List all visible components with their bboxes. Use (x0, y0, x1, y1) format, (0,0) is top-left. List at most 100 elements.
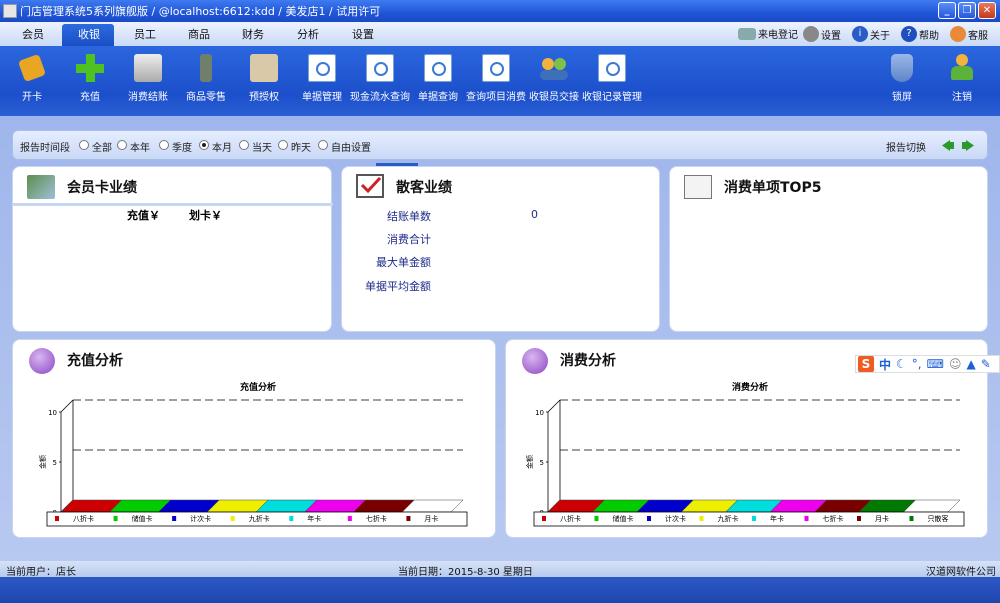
workspace: 报告时间段 全部 本年 季度 本月 当天 昨天 自由设置 报告切换 会员卡业绩 … (0, 116, 1000, 561)
preauth-label: 预授权 (249, 92, 279, 103)
maximize-button[interactable]: ❐ (958, 2, 976, 19)
window-title: 门店管理系统5系列旗舰版 / @localhost:6612:kdd / 美发店… (20, 5, 381, 18)
guest-panel: 散客业绩 结账单数 0 消费合计 最大单金额 单据平均金额 (341, 163, 660, 332)
punctuation-icon[interactable]: °, (912, 357, 922, 371)
help-icon: ? (901, 26, 917, 42)
menu-settings[interactable]: 设置 (352, 26, 374, 42)
open-card-button[interactable]: 开卡 (2, 53, 62, 103)
radio-custom[interactable] (318, 140, 328, 150)
guest-row-label: 消费合计 (387, 233, 431, 246)
radio-quarter[interactable] (159, 140, 169, 150)
bill-query-button[interactable]: 单据查询 (408, 54, 468, 103)
menu-analysis[interactable]: 分析 (297, 26, 319, 42)
time-filter-label: 报告时间段 (20, 143, 70, 154)
legend-label: 九折卡 (718, 514, 739, 523)
mobile-icon (200, 54, 212, 82)
users-icon (540, 54, 568, 82)
cash-record-button[interactable]: 收银记录管理 (582, 54, 642, 103)
legend-swatch (55, 516, 59, 521)
cashier-handover-label: 收银员交接 (529, 92, 579, 103)
info-icon: i (852, 26, 868, 42)
support-item[interactable]: 客服 (950, 26, 988, 42)
legend-swatch (542, 516, 546, 521)
shield-icon (891, 54, 913, 82)
menu-bar: 会员 收银 员工 商品 财务 分析 设置 来电登记 设置 i 关于 ? 帮助 客… (0, 22, 1000, 46)
menu-staff[interactable]: 员工 (134, 26, 156, 42)
panel-accent-line (376, 163, 418, 166)
legend-swatch (804, 516, 809, 521)
tag-icon (17, 53, 47, 83)
settings-label: 设置 (821, 30, 841, 42)
checkout-button[interactable]: 消费结账 (118, 54, 178, 103)
legend-swatch (909, 516, 914, 521)
recharge-button[interactable]: 充值 (60, 54, 120, 103)
menu-finance[interactable]: 财务 (242, 26, 264, 42)
radio-quarter-label: 季度 (172, 143, 192, 154)
legend-swatch (752, 516, 756, 521)
lock-screen-button[interactable]: 锁屏 (872, 54, 932, 103)
ime-language[interactable]: 中 (879, 356, 891, 373)
moon-icon[interactable]: ☾ (896, 357, 907, 371)
document-search-icon (598, 54, 626, 82)
cashier-handover-button[interactable]: 收银员交接 (524, 54, 584, 103)
member-panel-title: 会员卡业绩 (67, 180, 137, 196)
cash-record-label: 收银记录管理 (582, 92, 642, 103)
retail-button[interactable]: 商品零售 (176, 54, 236, 103)
prev-report-icon[interactable] (941, 140, 955, 151)
help-item[interactable]: ? 帮助 (901, 26, 939, 42)
legend-swatch (113, 516, 118, 521)
document-search-icon (482, 54, 510, 82)
window-controls: _ ❐ ✕ (938, 2, 996, 19)
radio-all[interactable] (79, 140, 89, 150)
top5-panel: 消费单项TOP5 (669, 166, 988, 332)
keyboard-icon[interactable]: ⌨ (927, 357, 944, 371)
wrench-icon[interactable]: ✎ (981, 357, 991, 371)
settings-item[interactable]: 设置 (803, 26, 841, 42)
close-button[interactable]: ✕ (978, 2, 996, 19)
minimize-button[interactable]: _ (938, 2, 956, 19)
legend-swatch (230, 516, 235, 521)
ime-toolbar[interactable]: S 中 ☾ °, ⌨ ☺ ▲ ✎ (855, 355, 1000, 373)
about-label: 关于 (870, 30, 890, 42)
guest-panel-title: 散客业绩 (396, 180, 452, 196)
music-note-icon (29, 348, 55, 374)
call-register-label: 来电登记 (758, 30, 798, 41)
radio-year[interactable] (117, 140, 127, 150)
legend-label: 储值卡 (132, 514, 153, 523)
about-item[interactable]: i 关于 (852, 26, 890, 42)
preauth-button[interactable]: 预授权 (234, 54, 294, 103)
current-date: 当前日期：2015-8-30 星期日 (398, 567, 533, 578)
legend-label: 七折卡 (366, 514, 387, 523)
radio-today-label: 当天 (252, 143, 272, 154)
guest-row-value: 0 (531, 208, 538, 221)
user-icon (948, 54, 976, 82)
swipe-column-header: 划卡￥ (189, 209, 222, 222)
item-consume-button[interactable]: 查询项目消费 (466, 54, 526, 103)
toolbar: 开卡 充值 消费结账 商品零售 预授权 单据管理 现金流水查询 单据查询 查询项… (0, 46, 1000, 116)
radio-today[interactable] (239, 140, 249, 150)
next-report-icon[interactable] (961, 140, 975, 151)
menu-cashier[interactable]: 收银 (78, 26, 100, 42)
cash-flow-label: 现金流水查询 (350, 92, 410, 103)
skin-icon[interactable]: ▲ (966, 357, 975, 371)
legend-label: 年卡 (770, 514, 784, 523)
menu-goods[interactable]: 商品 (188, 26, 210, 42)
legend-label: 八折卡 (560, 514, 581, 523)
legend-swatch (347, 516, 352, 521)
recharge-panel-title: 充值分析 (67, 353, 123, 369)
call-register-item[interactable]: 来电登记 (738, 26, 798, 41)
logout-button[interactable]: 注销 (932, 54, 992, 103)
music-note-icon (522, 348, 548, 374)
radio-month[interactable] (199, 140, 209, 150)
printer-icon (134, 54, 162, 82)
member-card-panel: 会员卡业绩 充值￥ 划卡￥ (12, 166, 333, 332)
open-card-label: 开卡 (22, 92, 42, 103)
guest-row-label: 最大单金额 (376, 256, 431, 269)
cash-flow-button[interactable]: 现金流水查询 (350, 54, 410, 103)
recharge-column-header: 充值￥ (127, 209, 160, 222)
radio-yesterday[interactable] (278, 140, 288, 150)
bill-manage-button[interactable]: 单据管理 (292, 54, 352, 103)
help-label: 帮助 (919, 30, 939, 42)
user-icon[interactable]: ☺ (949, 357, 962, 371)
menu-member[interactable]: 会员 (22, 26, 44, 42)
